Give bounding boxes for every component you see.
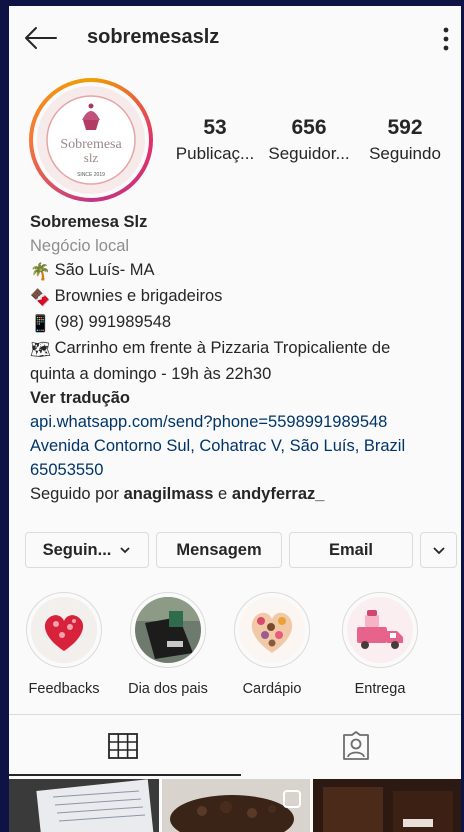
bio-phone-text: (98) 991989548: [54, 313, 172, 331]
posts-count[interactable]: 53 Publicaç...: [167, 116, 263, 164]
followed-by-joiner: e: [213, 485, 232, 503]
delivery-truck-thumbnail: [347, 597, 413, 663]
highlight-fathers-day[interactable]: Dia dos pais: [123, 592, 213, 697]
post-thumbnail[interactable]: [313, 779, 461, 832]
whatsapp-link[interactable]: api.whatsapp.com/send?phone=559899198954…: [30, 410, 455, 434]
chocolate-icon: 🍫: [30, 289, 51, 307]
chevron-down-icon: [120, 547, 131, 554]
profile-bio: Sobremesa Slz Negócio local 🌴 São Luís- …: [30, 210, 455, 506]
tab-grid[interactable]: [9, 715, 235, 777]
posts-count-value: 53: [203, 116, 227, 139]
tagged-person-icon: [343, 731, 369, 760]
following-button[interactable]: Seguin...: [25, 532, 149, 568]
heart-collage-thumbnail: [31, 597, 97, 663]
followed-by-user-1[interactable]: anagilmass: [124, 485, 214, 503]
bio-line-address: 🗺 Carrinho em frente à Pizzaria Tropical…: [30, 336, 455, 362]
profile-username: sobremesaslz: [87, 26, 220, 48]
highlight-feedbacks[interactable]: Feedbacks: [19, 592, 109, 697]
postal-code-link[interactable]: 65053550: [30, 458, 455, 482]
see-translation-link[interactable]: Ver tradução: [30, 386, 455, 410]
bio-line-location: 🌴 São Luís- MA: [30, 258, 455, 284]
tab-tagged[interactable]: [235, 715, 461, 777]
highlight-label: Feedbacks: [28, 681, 100, 697]
sweets-heart-thumbnail: [239, 597, 305, 663]
email-button[interactable]: Email: [289, 532, 413, 568]
profile-screen: sobremesaslz Sobremesa slz SINCE 2019 53…: [9, 6, 461, 832]
profile-display-name: Sobremesa Slz: [30, 213, 148, 231]
palm-tree-icon: 🌴: [30, 263, 51, 281]
suggested-accounts-button[interactable]: [420, 532, 457, 568]
message-button[interactable]: Mensagem: [156, 532, 282, 568]
highlight-label: Dia dos pais: [128, 681, 208, 697]
message-button-label: Mensagem: [176, 540, 262, 559]
followed-by: Seguido por anagilmass e andyferraz_: [30, 482, 455, 506]
highlight-delivery[interactable]: Entrega: [335, 592, 425, 697]
followers-count-value: 656: [291, 116, 327, 139]
posts-count-label: Publicaç...: [175, 144, 255, 163]
following-count-value: 592: [387, 116, 423, 139]
bio-line-products: 🍫 Brownies e brigadeiros: [30, 284, 455, 310]
bio-hours-text: quinta a domingo - 19h às 22h30: [30, 365, 272, 383]
followed-by-prefix: Seguido por: [30, 485, 124, 503]
gift-bag-thumbnail: [135, 597, 201, 663]
more-options-icon[interactable]: [441, 26, 451, 52]
bio-location-text: São Luís- MA: [54, 261, 155, 279]
bio-address-text: Carrinho em frente à Pizzaria Tropicalie…: [54, 339, 391, 357]
bio-products-text: Brownies e brigadeiros: [54, 287, 223, 305]
profile-stats: 53 Publicaç... 656 Seguidor... 592 Segui…: [167, 116, 457, 172]
address-link[interactable]: Avenida Contorno Sul, Cohatrac V, São Lu…: [30, 434, 455, 458]
map-icon: 🗺: [30, 341, 51, 359]
profile-category: Negócio local: [30, 237, 130, 255]
top-bar: sobremesaslz: [9, 6, 461, 70]
avatar[interactable]: Sobremesa slz SINCE 2019: [29, 78, 153, 202]
following-count-label: Seguindo: [369, 144, 441, 163]
logo-text-sub: slz: [84, 150, 99, 165]
phone-icon: 📱: [30, 315, 51, 333]
following-button-label: Seguin...: [42, 540, 112, 559]
post-thumbnail[interactable]: [162, 779, 310, 832]
followers-count[interactable]: 656 Seguidor...: [261, 116, 357, 164]
highlight-label: Entrega: [354, 681, 406, 697]
grid-icon: [108, 733, 138, 759]
chevron-down-icon: [432, 546, 445, 554]
email-button-label: Email: [328, 540, 374, 559]
avatar-logo: Sobremesa slz SINCE 2019: [37, 86, 145, 194]
back-arrow-icon[interactable]: [23, 26, 57, 50]
active-tab-indicator: [9, 774, 241, 776]
logo-since: SINCE 2019: [77, 172, 105, 178]
following-count[interactable]: 592 Seguindo: [357, 116, 453, 164]
followed-by-user-2[interactable]: andyferraz_: [232, 485, 325, 503]
followers-count-label: Seguidor...: [268, 144, 350, 163]
highlight-label: Cardápio: [242, 681, 302, 697]
bio-line-phone: 📱 (98) 991989548: [30, 310, 455, 336]
post-thumbnail[interactable]: [9, 779, 159, 832]
highlight-menu[interactable]: Cardápio: [227, 592, 317, 697]
